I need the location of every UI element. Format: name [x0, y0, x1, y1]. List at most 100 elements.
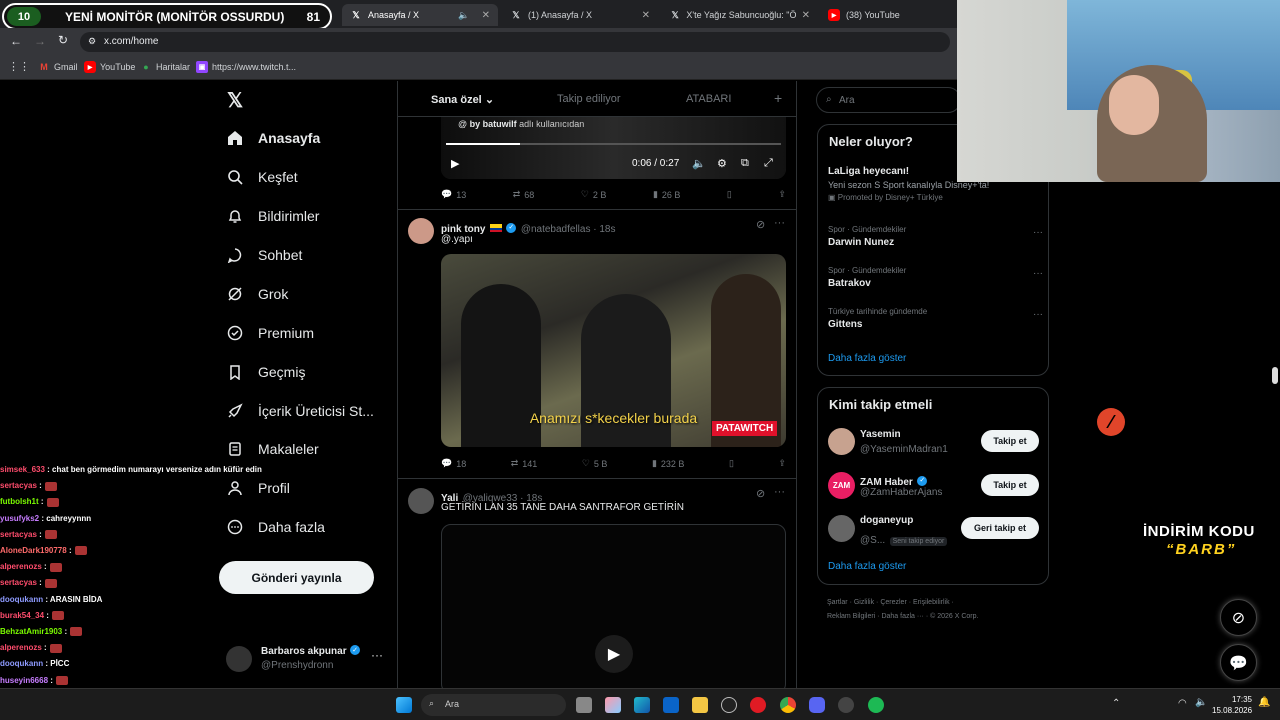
avatar[interactable] — [828, 428, 855, 455]
x-logo-icon[interactable]: 𝕏 — [227, 88, 243, 113]
tweet-video[interactable]: Anamızı s*kecekler burada PATAWITCH — [441, 254, 786, 447]
chat-username[interactable]: burak54_34 — [0, 611, 44, 620]
footer-link[interactable]: Erişilebilirlik — [913, 599, 950, 606]
chat-username[interactable]: simsek_633 — [0, 465, 45, 474]
views-button[interactable]: ▮ 26 B — [653, 189, 680, 200]
file-explorer-icon[interactable] — [692, 697, 708, 713]
show-more-link[interactable]: Daha fazla göster — [828, 353, 906, 364]
follow-button[interactable]: Takip et — [981, 474, 1039, 496]
play-icon[interactable]: ▶ — [451, 157, 459, 170]
nav-explore[interactable]: Keşfet — [226, 168, 298, 186]
nav-creator-studio[interactable]: İçerik Üreticisi St... — [226, 402, 374, 420]
avatar[interactable] — [408, 488, 434, 514]
spotify-icon[interactable] — [868, 697, 884, 713]
chat-username[interactable]: dooqukann — [0, 659, 43, 668]
app-icon[interactable] — [838, 697, 854, 713]
bookmark-button[interactable]: ▯ — [729, 458, 734, 469]
windows-start-icon[interactable] — [396, 697, 412, 713]
add-tab-icon[interactable]: + — [774, 90, 782, 106]
messages-fab[interactable]: 💬 — [1220, 644, 1257, 681]
avatar[interactable] — [408, 218, 434, 244]
nav-articles[interactable]: Makaleler — [226, 440, 319, 458]
more-dots-icon[interactable]: ··· — [774, 217, 785, 229]
volume-icon[interactable]: 🔈 — [692, 157, 706, 170]
opera-icon[interactable] — [750, 697, 766, 713]
discord-icon[interactable] — [809, 697, 825, 713]
chat-username[interactable]: dooqukann — [0, 595, 43, 604]
tab-anasayfa-1[interactable]: 𝕏 (1) Anasayfa / X ✕ — [502, 4, 658, 26]
follow-button[interactable]: Takip et — [981, 430, 1039, 452]
footer-link[interactable]: Şartlar — [827, 599, 848, 606]
footer-link[interactable]: Çerezler — [880, 599, 906, 606]
grok-icon[interactable]: ⊘ — [756, 218, 765, 231]
chat-username[interactable]: huseyin6668 — [0, 676, 48, 685]
xbox-icon[interactable] — [721, 697, 737, 713]
footer-link[interactable]: Gizlilik — [854, 599, 874, 606]
outlook-icon[interactable] — [663, 697, 679, 713]
nav-home[interactable]: Anasayfa — [226, 129, 320, 147]
like-button[interactable]: ♡ 5 B — [582, 458, 608, 469]
nav-notifications[interactable]: Bildirimler — [226, 207, 319, 225]
avatar[interactable] — [828, 515, 855, 542]
site-info-icon[interactable]: ⚙ — [88, 36, 96, 47]
grok-fab[interactable]: ⊘ — [1220, 599, 1257, 636]
retweet-button[interactable]: ⇄ 141 — [511, 458, 538, 469]
edge-icon[interactable] — [634, 697, 650, 713]
reply-button[interactable]: 💬 13 — [441, 189, 466, 200]
fullscreen-icon[interactable]: ⤢ — [764, 157, 773, 170]
tweet-video-player[interactable]: @ by batuwilf adlı kullanıcıdan ▶ 0:06 /… — [441, 117, 786, 179]
bookmark-youtube[interactable]: ▶ YouTube — [84, 61, 135, 73]
chrome-icon[interactable] — [780, 697, 796, 713]
share-button[interactable]: ⇪ — [778, 458, 786, 469]
task-view-icon[interactable] — [576, 697, 592, 713]
views-button[interactable]: ▮ 232 B — [652, 458, 684, 469]
wifi-icon[interactable]: ◠ — [1178, 698, 1187, 709]
forward-icon[interactable]: → — [34, 34, 46, 48]
follow-back-button[interactable]: Geri takip et — [961, 517, 1039, 539]
back-icon[interactable]: ← — [10, 34, 22, 48]
settings-icon[interactable]: ⚙ — [717, 157, 727, 170]
search-input[interactable]: ⌕ Ara — [816, 87, 961, 113]
share-button[interactable]: ⇪ — [778, 189, 786, 200]
more-dots-icon[interactable]: ··· — [1033, 268, 1043, 279]
chat-username[interactable]: sertacyas — [0, 578, 37, 587]
grok-icon[interactable]: ⊘ — [756, 487, 765, 500]
reply-button[interactable]: 💬 18 — [441, 458, 466, 469]
chat-username[interactable]: alperenozs — [0, 643, 42, 652]
nav-premium[interactable]: Premium — [226, 324, 314, 342]
close-icon[interactable]: ✕ — [482, 10, 490, 21]
apps-icon[interactable]: ⋮⋮ — [8, 60, 30, 73]
trend-item[interactable]: Türkiye tarihinde gündemde Gittens ··· — [828, 307, 1043, 330]
retweet-button[interactable]: ⇄ 68 — [513, 189, 535, 200]
trend-item[interactable]: Spor · Gündemdekiler Batrakov ··· — [828, 266, 1043, 289]
audio-icon[interactable]: 🔈 — [458, 10, 469, 21]
chat-username[interactable]: sertacyas — [0, 481, 37, 490]
more-dots-icon[interactable]: ··· — [1033, 309, 1043, 320]
footer-link[interactable]: Daha fazla ··· — [881, 613, 923, 620]
tray-chevron-icon[interactable]: ⌃ — [1112, 698, 1120, 709]
chat-username[interactable]: yusufyks2 — [0, 514, 39, 523]
chat-username[interactable]: sertacyas — [0, 530, 37, 539]
bookmark-maps[interactable]: ● Haritalar — [140, 61, 190, 73]
show-more-link[interactable]: Daha fazla göster — [828, 561, 906, 572]
follow-name[interactable]: doganeyup — [860, 515, 913, 526]
more-dots-icon[interactable]: ··· — [774, 486, 785, 498]
taskbar-search[interactable]: ⌕ Ara — [421, 694, 566, 716]
nav-bookmarks[interactable]: Geçmiş — [226, 363, 305, 381]
bookmark-button[interactable]: ▯ — [727, 189, 732, 200]
follow-name[interactable]: Yasemin — [860, 429, 901, 440]
tab-atabari[interactable]: ATABARI — [686, 93, 731, 105]
play-button[interactable]: ▶ — [595, 635, 633, 673]
tab-for-you[interactable]: Sana özel ⌄ — [431, 93, 494, 106]
scrollbar-thumb[interactable] — [1272, 367, 1278, 384]
video-progress-track[interactable] — [446, 143, 781, 145]
close-icon[interactable]: ✕ — [642, 10, 650, 21]
clock[interactable]: 17:35 15.08.2026 — [1212, 694, 1252, 716]
tab-following[interactable]: Takip ediliyor — [557, 93, 621, 105]
notification-icon[interactable]: 🔔 — [1258, 697, 1270, 708]
tab-youtube[interactable]: ▶ (38) YouTube — [820, 4, 960, 26]
volume-icon[interactable]: 🔈 — [1195, 697, 1207, 708]
copilot-icon[interactable] — [605, 697, 621, 713]
chat-username[interactable]: BehzatAmir1903 — [0, 627, 62, 636]
nav-messages[interactable]: Sohbet — [226, 246, 302, 264]
